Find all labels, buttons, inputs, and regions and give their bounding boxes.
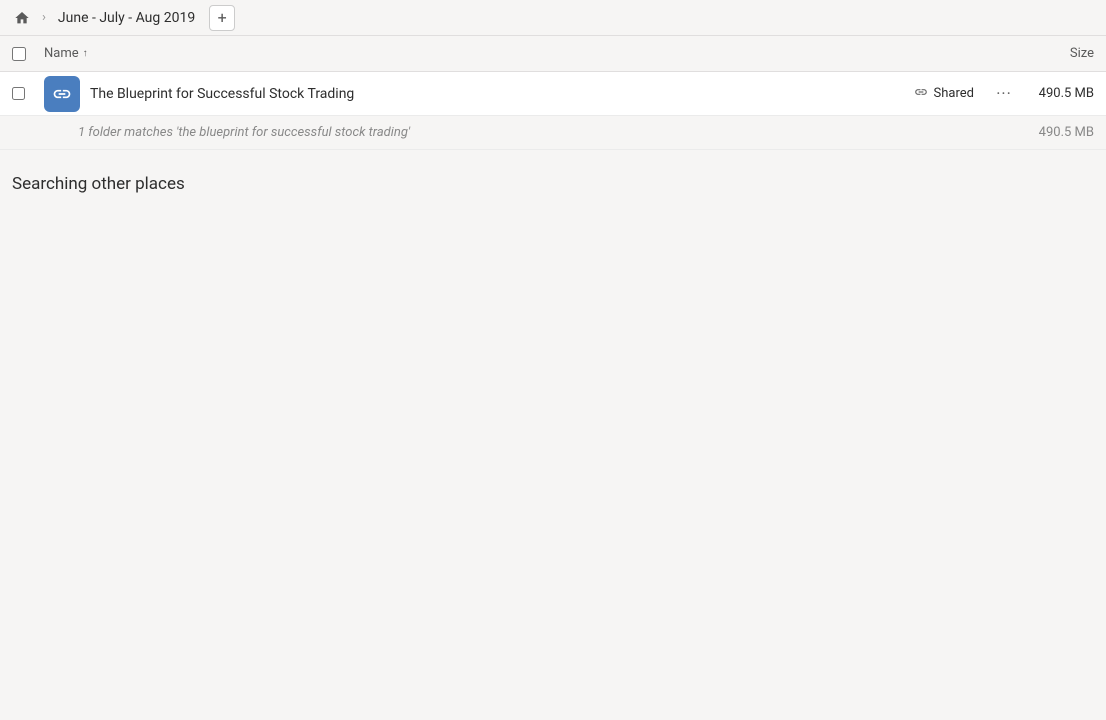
size-column-header[interactable]: Size xyxy=(1014,46,1094,61)
match-size: 490.5 MB xyxy=(1034,125,1094,140)
shared-area: Shared xyxy=(914,85,974,103)
file-select-input[interactable] xyxy=(12,87,25,100)
file-checkbox[interactable] xyxy=(12,87,36,100)
shared-label: Shared xyxy=(934,86,974,101)
sort-arrow-icon: ↑ xyxy=(83,48,88,59)
match-info-bar: 1 folder matches 'the blueprint for succ… xyxy=(0,116,1106,150)
match-text: 1 folder matches 'the blueprint for succ… xyxy=(78,125,1034,140)
header-bar: › June - July - Aug 2019 + xyxy=(0,0,1106,36)
name-column-header[interactable]: Name ↑ xyxy=(44,46,1014,61)
breadcrumb-label: June - July - Aug 2019 xyxy=(52,8,201,28)
folder-icon xyxy=(44,76,80,112)
searching-label: Searching other places xyxy=(12,174,1094,194)
breadcrumb-separator: › xyxy=(40,10,48,25)
file-size: 490.5 MB xyxy=(1034,86,1094,101)
file-name[interactable]: The Blueprint for Successful Stock Tradi… xyxy=(90,86,914,102)
shared-link-icon xyxy=(914,85,928,103)
select-all-input[interactable] xyxy=(12,47,26,61)
home-button[interactable] xyxy=(8,4,36,32)
file-row[interactable]: The Blueprint for Successful Stock Tradi… xyxy=(0,72,1106,116)
searching-section: Searching other places xyxy=(0,150,1106,206)
column-headers: Name ↑ Size xyxy=(0,36,1106,72)
loading-indicator xyxy=(193,174,219,194)
select-all-checkbox[interactable] xyxy=(12,47,36,61)
more-options-button[interactable]: ··· xyxy=(990,80,1018,108)
new-tab-button[interactable]: + xyxy=(209,5,235,31)
